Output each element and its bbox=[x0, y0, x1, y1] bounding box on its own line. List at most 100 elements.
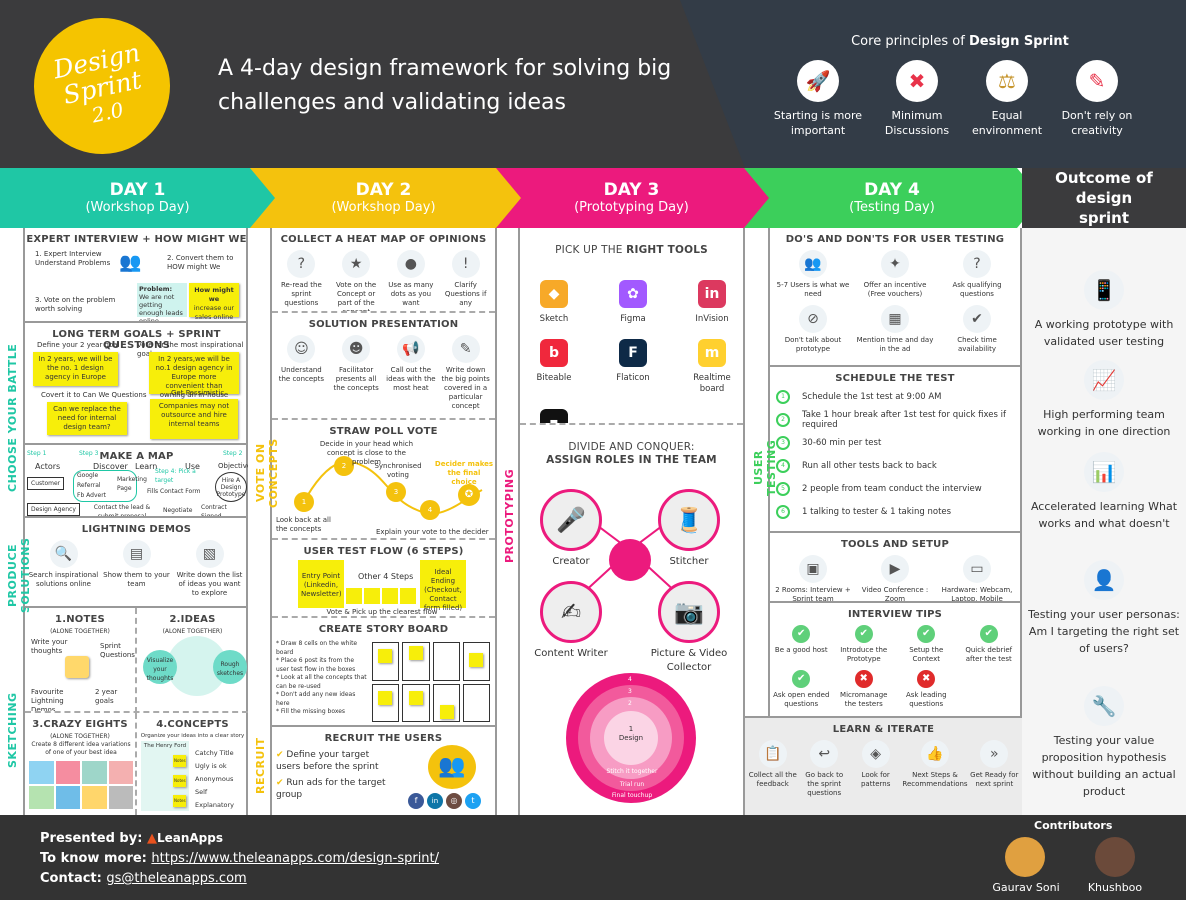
day-subtitle: (Prototyping Day) bbox=[574, 200, 689, 215]
rocket-icon: 🚀 bbox=[797, 60, 839, 102]
actor-customer: Customer bbox=[27, 477, 65, 490]
biteable-logo-icon: b bbox=[540, 339, 568, 367]
contact-label: Contact: bbox=[40, 871, 102, 886]
entry-point-note: Entry Point (Linkedin, Newsletter) bbox=[298, 560, 344, 608]
item-label: Write down the list of ideas you want to… bbox=[176, 571, 243, 597]
step-text: Run all other tests back to back bbox=[802, 461, 937, 471]
schedule-section: SCHEDULE THE TEST 1 Schedule the 1st test… bbox=[770, 367, 1020, 533]
day2-band: DAY 2 (Workshop Day) bbox=[246, 168, 521, 228]
learn-iterate-section: LEARN & ITERATE 📋 Collect all the feedbac… bbox=[745, 716, 1022, 815]
concept-rules: Catchy Title Ugly is ok Anonymous Self Expl… bbox=[195, 747, 248, 812]
section-title: INTERVIEW TIPS bbox=[847, 609, 943, 620]
story-board-rules: * Draw 8 cells on the white board * Place… bbox=[276, 640, 368, 717]
learn-step: ↩ Go back to the sprint questions bbox=[798, 738, 849, 798]
sketch-frame bbox=[55, 761, 80, 784]
heat-map-step-list: ? Re-read the sprint questions ★ Vote on th… bbox=[272, 245, 495, 313]
tools-icon: 🔧 bbox=[1084, 686, 1124, 726]
day-subtitle: (Workshop Day) bbox=[85, 200, 190, 215]
presented-label: Presented by: bbox=[40, 831, 143, 846]
item-label: Show them to your team bbox=[103, 571, 170, 588]
recruit-item: ✔ Define your target users before the sp… bbox=[276, 749, 396, 773]
tools-title-pre: PICK UP THE bbox=[555, 244, 627, 256]
role-creator: 🎤 Creator bbox=[526, 489, 616, 569]
map-node: Contract Signed bbox=[201, 504, 227, 518]
cross-icon: ✖ bbox=[917, 670, 936, 688]
map-node: Fb Advert bbox=[77, 492, 107, 499]
ring-label: Final touchup bbox=[611, 792, 653, 799]
know-more: To know more: https://www.theleanapps.co… bbox=[40, 851, 439, 866]
story-rule: * Fill the missing boxes bbox=[276, 708, 346, 715]
heat-map-step: ! Clarify Questions if any bbox=[438, 248, 493, 311]
day1-column: CHOOSE YOUR BATTLE PRODUCE SOLUTIONS SKE… bbox=[0, 228, 248, 815]
item-label: 2 Rooms: Interview + Sprint team bbox=[775, 586, 851, 603]
email-link[interactable]: gs@theleanapps.com bbox=[106, 871, 246, 886]
section-subtitle: (ALONE TOGETHER) bbox=[50, 628, 110, 635]
schedule-step: 4 Run all other tests back to back bbox=[776, 456, 1020, 476]
day-title: DAY 4 bbox=[864, 180, 920, 200]
note-icon: ✎ bbox=[451, 335, 480, 363]
step-text: 3. Vote on the problem worth solving bbox=[35, 296, 116, 313]
story-cell bbox=[372, 642, 400, 681]
map-node: Google bbox=[77, 472, 99, 479]
day2-column: VOTE ON CONCEPTS RECRUIT COLLECT A HEAT … bbox=[248, 228, 497, 815]
expert-interview-section: EXPERT INTERVIEW + HOW MIGHT WE 1. Exper… bbox=[25, 228, 248, 323]
day-title: DAY 2 bbox=[355, 180, 412, 200]
notes-sticky: Notes bbox=[173, 795, 186, 807]
realtime-board-logo-icon: m bbox=[698, 339, 726, 367]
tool-flaticon: F Flaticon bbox=[605, 339, 661, 395]
poll-step-circle: 3 bbox=[386, 482, 406, 502]
day3-band: DAY 3 (Prototyping Day) bbox=[494, 168, 769, 228]
section-title: STRAW POLL VOTE bbox=[329, 426, 438, 437]
step-number: 2 bbox=[776, 413, 790, 427]
user-testing-tip: ✦ Offer an incentive (Free vouchers) bbox=[854, 248, 935, 299]
schedule-step: 6 1 talking to tester & 1 taking notes bbox=[776, 502, 1020, 522]
role-label: Content Writer bbox=[534, 648, 608, 659]
facebook-icon[interactable]: f bbox=[408, 793, 424, 809]
sticky-note-icon bbox=[65, 656, 89, 678]
invision-logo-icon: in bbox=[698, 280, 726, 308]
instagram-icon[interactable]: ◎ bbox=[446, 793, 462, 809]
can-we-note: Can we replace the need for internal des… bbox=[47, 402, 127, 435]
poll-step-circle: 4 bbox=[420, 500, 440, 520]
linkedin-icon[interactable]: in bbox=[427, 793, 443, 809]
concept-rule: Anonymous bbox=[195, 775, 234, 783]
tool-label: Figma bbox=[620, 314, 646, 324]
writer-icon: ✍ bbox=[540, 581, 602, 643]
step-text: 1. Expert Interview Understand Problems bbox=[35, 250, 111, 267]
tip-label: Ask leading questions bbox=[905, 691, 947, 708]
search-icon: 🔍 bbox=[49, 540, 78, 568]
flow-step-note bbox=[382, 588, 398, 604]
social-icons: f in ◎ t bbox=[408, 793, 481, 809]
recruit-section: RECRUIT THE USERS ✔ Define your target u… bbox=[272, 727, 495, 815]
schedule-step: 3 30-60 min per test bbox=[776, 433, 1020, 453]
problem-text: We are not getting enough leads online bbox=[139, 293, 183, 323]
persona-icon: 👤 bbox=[1084, 560, 1124, 600]
more-label: To know more: bbox=[40, 851, 147, 866]
sketch-frame bbox=[82, 761, 107, 784]
phase-label: CHOOSE YOUR BATTLE bbox=[6, 343, 19, 493]
heat-map-section: COLLECT A HEAT MAP OF OPINIONS ? Re-read … bbox=[272, 228, 495, 313]
outcome-item: 👤 Testing your user personas: Am I target… bbox=[1022, 560, 1186, 657]
forward-icon: » bbox=[980, 740, 1009, 768]
item-label: Vote on the Concept or part of the conce… bbox=[336, 281, 377, 313]
item-label: Check time availability bbox=[957, 336, 997, 353]
hmw-heading: How might we bbox=[194, 286, 234, 303]
demo-step: 🔍 Search inspirational solutions online bbox=[27, 538, 100, 598]
tools-grid: ◆ Sketch ✿ Figma in InVision b Biteable F Flatico… bbox=[526, 280, 740, 423]
interview-tip: ✔ Ask open ended questions bbox=[770, 668, 833, 709]
recruit-text: Define your target users before the spri… bbox=[276, 750, 379, 772]
interview-tip: ✔ Setup the Context bbox=[895, 623, 958, 664]
poll-step-text: Look back at all the concepts bbox=[276, 516, 331, 533]
ideal-ending-note: Ideal Ending (Checkout, Contact form fil… bbox=[420, 560, 466, 612]
crazy-eights-grid bbox=[29, 761, 133, 809]
website-link[interactable]: https://www.theleanapps.com/design-sprin… bbox=[151, 851, 439, 866]
tool-label: Realtime board bbox=[693, 373, 731, 394]
heat-map-step: ? Re-read the sprint questions bbox=[274, 248, 329, 311]
twitter-icon[interactable]: t bbox=[465, 793, 481, 809]
principles-title: Core principles of Design Sprint bbox=[760, 34, 1160, 49]
tip-label: Setup the Context bbox=[909, 646, 944, 663]
section-title: DO'S AND DON'TS FOR USER TESTING bbox=[785, 234, 1005, 245]
section-title: TOOLS AND SETUP bbox=[840, 539, 950, 550]
setup-item: ▶ Video Conference : Zoom bbox=[854, 553, 936, 601]
learn-step-list: 📋 Collect all the feedback ↩ Go back to the… bbox=[745, 735, 1022, 801]
